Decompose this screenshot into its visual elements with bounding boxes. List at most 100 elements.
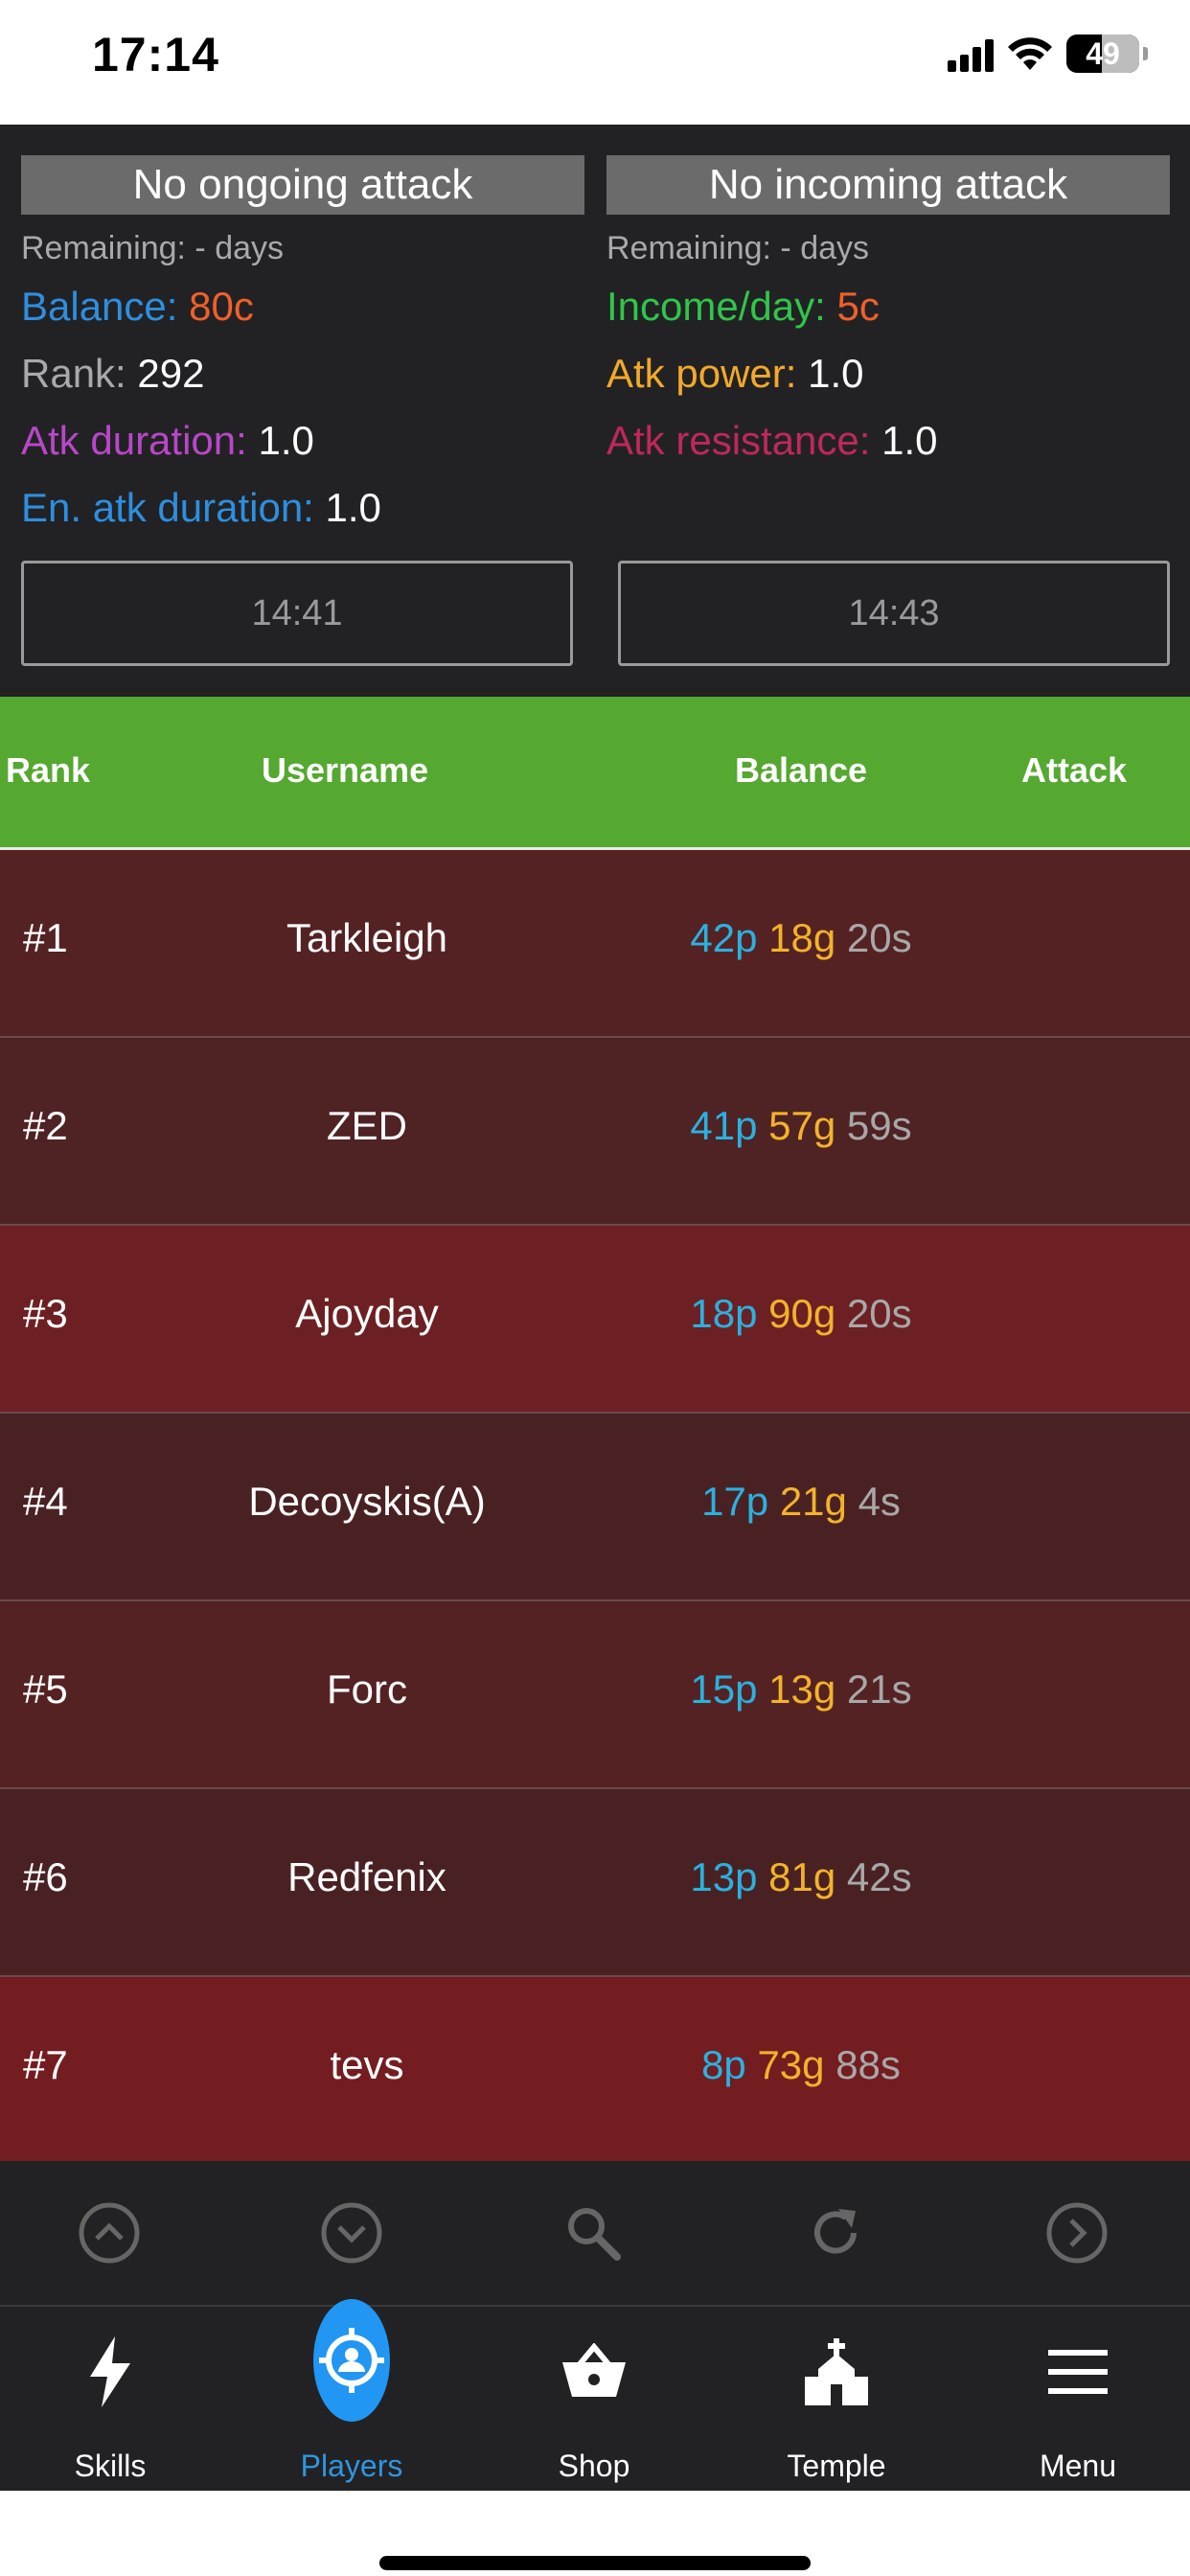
temple-icon xyxy=(798,2334,875,2410)
list-toolbar xyxy=(0,2161,1190,2307)
stat-value: 5c xyxy=(836,284,880,329)
stat-line: En. atk duration: 1.0 xyxy=(21,480,584,536)
row-balance: 41p 57g 59s xyxy=(609,1103,993,1149)
incoming-attack-column: No incoming attack Remaining: - days Inc… xyxy=(606,155,1170,469)
row-rank: #4 xyxy=(23,1479,68,1524)
balance-platinum: 17p xyxy=(701,1479,769,1524)
tab-shop[interactable]: Shop xyxy=(479,2307,709,2491)
table-row[interactable]: #6 Redfenix 13p 81g 42s xyxy=(0,1789,1190,1977)
search-icon[interactable] xyxy=(561,2201,625,2265)
row-username[interactable]: ZED xyxy=(175,1103,559,1149)
next-icon[interactable] xyxy=(1045,2201,1109,2265)
cellular-signal-icon xyxy=(948,35,994,72)
row-username[interactable]: tevs xyxy=(175,2042,559,2088)
incoming-attack-banner: No incoming attack xyxy=(606,155,1170,215)
battery-nub xyxy=(1143,47,1148,60)
balance-silver: 4s xyxy=(858,1479,901,1524)
balance-platinum: 18p xyxy=(690,1291,758,1336)
tab-skills[interactable]: Skills xyxy=(0,2307,225,2491)
refresh-icon[interactable] xyxy=(804,2201,867,2265)
row-rank: #6 xyxy=(23,1854,68,1899)
tab-players[interactable]: Players xyxy=(237,2299,467,2491)
balance-gold: 73g xyxy=(757,2042,825,2087)
tab-menu[interactable]: Menu xyxy=(963,2307,1190,2491)
row-balance: 18p 90g 20s xyxy=(609,1291,993,1337)
table-row[interactable]: #7 tevs 8p 73g 88s xyxy=(0,1977,1190,2165)
stat-label: Balance: xyxy=(21,284,190,329)
tab-label: Shop xyxy=(558,2449,630,2483)
wifi-icon xyxy=(1008,37,1052,70)
ongoing-attack-column: No ongoing attack Remaining: - days Bala… xyxy=(21,155,584,536)
header-rank[interactable]: Rank xyxy=(6,750,90,791)
stat-line: Rank: 292 xyxy=(21,346,584,402)
header-attack[interactable]: Attack xyxy=(1021,750,1127,791)
home-indicator[interactable] xyxy=(379,2556,811,2570)
stat-line: Income/day: 5c xyxy=(606,279,1170,334)
tab-temple[interactable]: Temple xyxy=(721,2307,951,2491)
header-username[interactable]: Username xyxy=(262,750,428,791)
balance-silver: 59s xyxy=(846,1103,912,1148)
row-username[interactable]: Forc xyxy=(175,1667,559,1713)
balance-gold: 21g xyxy=(779,1479,847,1524)
scroll-down-icon[interactable] xyxy=(320,2201,383,2265)
stat-value: 1.0 xyxy=(325,485,381,530)
lightning-icon xyxy=(72,2334,149,2410)
status-icons: 49 xyxy=(948,34,1148,73)
ongoing-attack-banner: No ongoing attack xyxy=(21,155,584,215)
players-table-header: Rank Username Balance Attack xyxy=(0,697,1190,850)
balance-gold: 81g xyxy=(768,1854,836,1899)
stat-value: 1.0 xyxy=(258,418,314,463)
player-stats: Balance: 80c Rank: 292 Atk duration: 1.0 En… xyxy=(21,279,584,536)
attack-stats: Income/day: 5c Atk power: 1.0 Atk resistan… xyxy=(606,279,1170,469)
attack-status-panel: No ongoing attack Remaining: - days Bala… xyxy=(0,125,1190,697)
ongoing-remaining: Remaining: - days xyxy=(21,230,285,266)
stat-value: 1.0 xyxy=(881,418,938,463)
left-time-button[interactable]: 14:41 xyxy=(21,561,573,666)
stat-label: En. atk duration: xyxy=(21,485,326,530)
stat-line: Atk power: 1.0 xyxy=(606,346,1170,402)
tab-label: Skills xyxy=(74,2449,147,2483)
balance-gold: 13g xyxy=(768,1667,836,1712)
right-time-button[interactable]: 14:43 xyxy=(618,561,1170,666)
balance-platinum: 13p xyxy=(690,1854,758,1899)
players-table: #1 Tarkleigh 42p 18g 20s #2 ZED 41p 57g 59s #3… xyxy=(0,850,1190,2165)
balance-silver: 88s xyxy=(835,2042,901,2087)
stat-label: Rank: xyxy=(21,351,138,396)
row-balance: 13p 81g 42s xyxy=(609,1854,993,1900)
table-row[interactable]: #1 Tarkleigh 42p 18g 20s xyxy=(0,850,1190,1038)
scroll-up-icon[interactable] xyxy=(78,2201,141,2265)
table-row[interactable]: #4 Decoyskis(A) 17p 21g 4s xyxy=(0,1414,1190,1601)
table-row[interactable]: #3 Ajoyday 18p 90g 20s xyxy=(0,1226,1190,1414)
status-bar: 17:14 49 xyxy=(0,0,1190,125)
balance-platinum: 41p xyxy=(690,1103,758,1148)
stat-value: 292 xyxy=(137,351,205,396)
battery-icon: 49 xyxy=(1066,34,1139,73)
stat-line: Atk duration: 1.0 xyxy=(21,413,584,469)
row-rank: #2 xyxy=(23,1103,68,1148)
row-rank: #1 xyxy=(23,915,68,960)
balance-gold: 90g xyxy=(768,1291,836,1336)
status-time: 17:14 xyxy=(92,28,219,81)
stat-label: Atk power: xyxy=(606,351,809,396)
menu-icon xyxy=(1040,2334,1116,2410)
row-balance: 15p 13g 21s xyxy=(609,1667,993,1713)
stat-value: 80c xyxy=(189,284,254,329)
tab-label: Temple xyxy=(787,2449,886,2483)
stat-value: 1.0 xyxy=(808,351,864,396)
battery-percent: 49 xyxy=(1086,35,1120,71)
row-username[interactable]: Tarkleigh xyxy=(175,915,559,961)
row-username[interactable]: Decoyskis(A) xyxy=(175,1479,559,1525)
stat-label: Atk duration: xyxy=(21,418,259,463)
table-row[interactable]: #2 ZED 41p 57g 59s xyxy=(0,1038,1190,1226)
balance-gold: 57g xyxy=(768,1103,836,1148)
row-username[interactable]: Ajoyday xyxy=(175,1291,559,1337)
bottom-tab-bar: Skills Players Shop Temple Menu xyxy=(0,2299,1190,2491)
balance-platinum: 42p xyxy=(690,915,758,960)
row-username[interactable]: Redfenix xyxy=(175,1854,559,1900)
table-row[interactable]: #5 Forc 15p 13g 21s xyxy=(0,1601,1190,1789)
header-balance[interactable]: Balance xyxy=(735,750,867,791)
incoming-remaining: Remaining: - days xyxy=(606,230,870,266)
balance-silver: 42s xyxy=(846,1854,912,1899)
stat-line: Atk resistance: 1.0 xyxy=(606,413,1170,469)
balance-gold: 18g xyxy=(768,915,836,960)
